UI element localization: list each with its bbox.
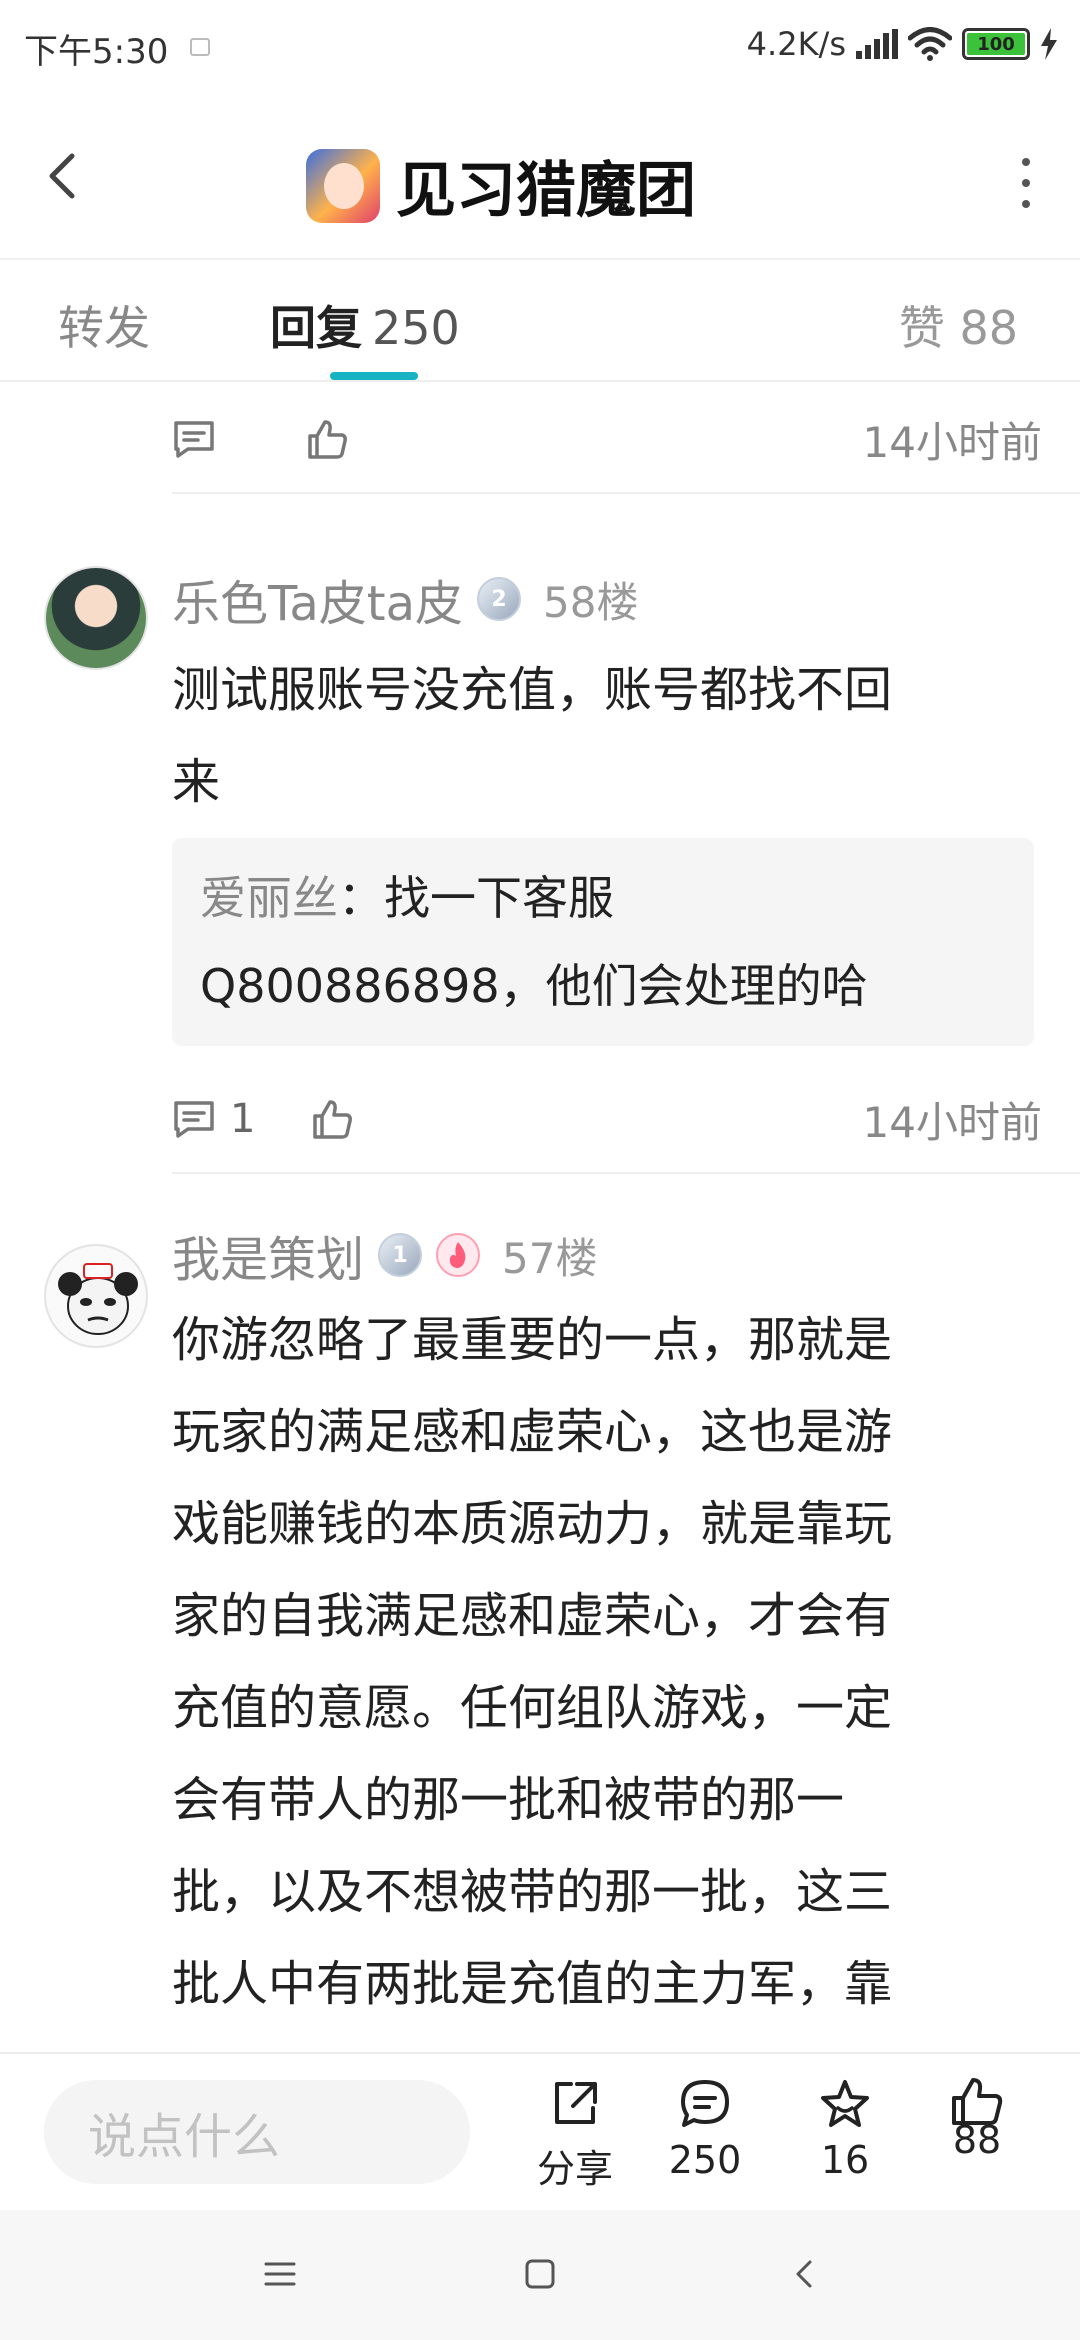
like-action[interactable]	[306, 418, 348, 460]
level-badge-icon: 1	[378, 1233, 423, 1277]
post-content: 测试服账号没充值，账号都找不回 来	[172, 644, 1012, 828]
status-bar: 下午5:30 4.2K/s 100	[0, 0, 1080, 96]
page-title: 见习猎魔团	[396, 156, 696, 226]
reply-quote[interactable]: 爱丽丝：找一下客服 Q800886898，他们会处理的哈	[172, 838, 1034, 1046]
comment-count: 1	[230, 1096, 256, 1142]
post-header: 我是策划 1 57楼	[172, 1220, 597, 1290]
thumbs-up-icon	[308, 420, 347, 459]
tab-like[interactable]: 赞 88	[899, 292, 1018, 358]
like-action[interactable]	[311, 1098, 353, 1140]
game-avatar	[306, 148, 380, 223]
content-line: 来	[172, 754, 221, 810]
content-line: 批，以及不想被带的那一批，这三	[172, 1864, 893, 1920]
favorite-button[interactable]: 16	[790, 2076, 900, 2182]
home-icon[interactable]	[520, 2254, 560, 2294]
like-button[interactable]: 88	[922, 2076, 1032, 2162]
content-line: 戏能赚钱的本质源动力，就是靠玩	[172, 1496, 893, 1552]
quote-line: Q800886898，他们会处理的哈	[200, 959, 868, 1013]
panda-face-icon	[58, 1263, 138, 1335]
content-line: 你游忽略了最重要的一点，那就是	[172, 1312, 893, 1368]
reply-action[interactable]	[172, 419, 216, 459]
level-badge-icon: 2	[477, 577, 522, 621]
quote-line: 爱丽丝：找一下客服	[200, 871, 614, 925]
fire-badge-icon	[436, 1233, 481, 1277]
post-content: 你游忽略了最重要的一点，那就是 玩家的满足感和虚荣心，这也是游 戏能赚钱的本质源…	[172, 1294, 1012, 2030]
divider	[172, 492, 1080, 494]
share-label: 分享	[536, 2147, 613, 2191]
content-line: 批人中有两批是充值的主力军，靠	[172, 1956, 893, 2012]
comment-icon	[174, 421, 214, 458]
signal-icon	[856, 29, 898, 59]
status-right: 4.2K/s 100	[747, 22, 1058, 66]
user-avatar[interactable]	[44, 566, 148, 670]
content-line: 家的自我满足感和虚荣心，才会有	[172, 1588, 893, 1644]
reply-action[interactable]: 1	[172, 1096, 255, 1142]
content-line: 会有带人的那一批和被带的那一	[172, 1772, 845, 1828]
share-button[interactable]: 分享	[520, 2076, 630, 2193]
tab-active-indicator	[330, 372, 418, 380]
content-line: 测试服账号没充值，账号都找不回	[172, 662, 893, 718]
user-avatar[interactable]	[44, 1244, 148, 1348]
content-line: 充值的意愿。任何组队游戏，一定	[172, 1680, 893, 1736]
content-line: 玩家的满足感和虚荣心，这也是游	[172, 1404, 893, 1460]
tab-reply-label: 回复	[270, 301, 362, 355]
comment-input[interactable]: 说点什么	[44, 2080, 470, 2184]
charging-icon	[1041, 28, 1057, 60]
post-action-row: 1 14小时前	[172, 1084, 1042, 1154]
divider	[172, 1172, 1080, 1174]
menu-icon[interactable]	[260, 2254, 300, 2294]
back-arrow-icon[interactable]	[36, 146, 96, 206]
top-header: 见习猎魔团	[0, 96, 1080, 260]
more-options-icon[interactable]	[1016, 158, 1036, 208]
post-action-row: 14小时前	[172, 404, 1042, 474]
post-time: 14小时前	[862, 1097, 1042, 1147]
floor-number: 57楼	[502, 1233, 598, 1283]
comment-count: 250	[668, 2138, 742, 2182]
comment-button[interactable]: 250	[650, 2076, 760, 2182]
tab-bar: 转发 回复 250 赞 88	[0, 262, 1080, 382]
battery-level: 100	[977, 33, 1015, 55]
tab-reply[interactable]: 回复 250	[270, 292, 460, 358]
bottom-action-bar: 说点什么 分享 250 16 88	[0, 2052, 1080, 2208]
comment-bubble-icon	[681, 2080, 729, 2127]
reply-feed[interactable]: 14小时前 乐色Ta皮ta皮 2 58楼 测试服账号没充值，账号都找不回 来 爱…	[0, 384, 1080, 2050]
back-icon[interactable]	[784, 2254, 824, 2294]
tab-forward[interactable]: 转发	[58, 292, 150, 358]
username[interactable]: 乐色Ta皮ta皮	[172, 564, 463, 634]
star-icon	[821, 2080, 869, 2127]
quote-author: 爱丽丝	[200, 871, 338, 925]
floor-number: 58楼	[543, 577, 639, 627]
battery-icon: 100	[962, 28, 1030, 60]
comment-icon	[174, 1101, 214, 1138]
thumbs-up-icon	[313, 1100, 353, 1139]
share-icon	[555, 2082, 597, 2124]
wifi-icon	[908, 27, 952, 61]
post-time: 14小时前	[862, 417, 1042, 467]
favorite-count: 16	[820, 2138, 870, 2182]
like-count: 88	[952, 2118, 1002, 2162]
system-nav-bar	[0, 2210, 1080, 2340]
username[interactable]: 我是策划	[172, 1220, 364, 1290]
notification-icon	[190, 38, 210, 56]
net-speed: 4.2K/s	[746, 25, 846, 63]
status-time: 下午5:30	[24, 32, 169, 72]
header-title-group: 见习猎魔团	[306, 142, 696, 229]
post-header: 乐色Ta皮ta皮 2 58楼	[172, 564, 638, 634]
tab-reply-count: 250	[372, 301, 460, 355]
